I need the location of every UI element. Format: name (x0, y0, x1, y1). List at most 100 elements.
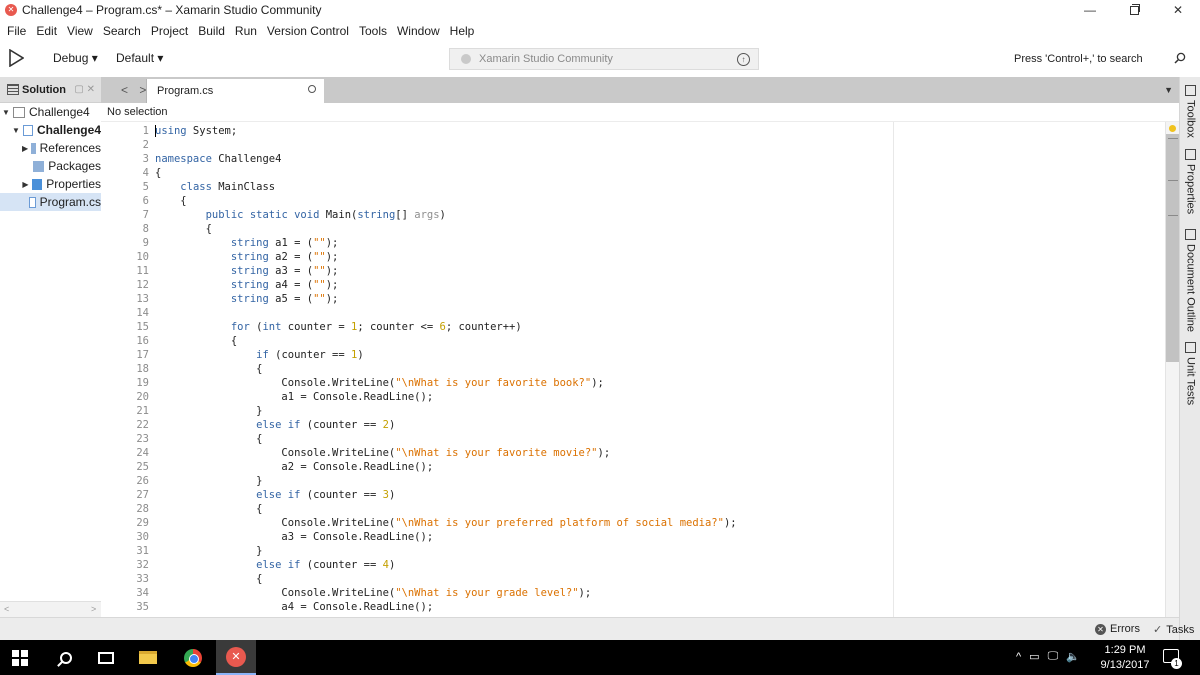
menu-item-run[interactable]: Run (230, 24, 262, 38)
tree-item-label: Packages (48, 159, 101, 173)
tab-program-cs[interactable]: Program.cs (146, 79, 324, 103)
show-hidden-icons-icon[interactable]: ^ (1016, 651, 1021, 663)
dock-unit-tests[interactable]: Unit Tests (1180, 342, 1200, 405)
scroll-left-icon[interactable]: < (4, 604, 9, 614)
path-bar[interactable]: No selection (101, 103, 1179, 122)
global-search-input[interactable]: Press 'Control+,' to search (1014, 53, 1143, 65)
code-line[interactable]: 20 a1 = Console.ReadLine(); (101, 390, 1101, 404)
code-line[interactable]: 1 using System; (101, 124, 1101, 138)
path-selection[interactable]: No selection (107, 106, 168, 118)
expanded-arrow-icon[interactable]: ▼ (2, 108, 10, 117)
start-button[interactable] (0, 640, 40, 675)
target-dropdown[interactable]: Default ▾ (116, 51, 163, 65)
code-line[interactable]: 21 } (101, 404, 1101, 418)
code-line[interactable]: 9 string a1 = (""); (101, 236, 1101, 250)
code-line[interactable]: 15 for (int counter = 1; counter <= 6; c… (101, 320, 1101, 334)
code-editor[interactable]: 1 using System; 2 3 namespace Challenge4 4{5 … (101, 122, 1165, 617)
clock[interactable]: 1:29 PM 9/13/2017 (1098, 643, 1152, 673)
tree-item-program-cs[interactable]: Program.cs (0, 193, 101, 211)
menu-item-search[interactable]: Search (98, 24, 146, 38)
tree-item-properties[interactable]: ▶ Properties (0, 175, 101, 193)
code-line[interactable]: 11 string a3 = (""); (101, 264, 1101, 278)
code-line[interactable]: 14 (101, 306, 1101, 320)
navigate-back-icon[interactable]: < (121, 83, 128, 97)
code-line[interactable]: 29 Console.WriteLine("\nWhat is your pre… (101, 516, 1101, 530)
search-icon[interactable] (1174, 52, 1186, 64)
editor-vertical-scrollbar[interactable] (1165, 122, 1179, 617)
dock-properties[interactable]: Properties (1180, 149, 1200, 214)
code-line[interactable]: 16 { (101, 334, 1101, 348)
expanded-arrow-icon[interactable]: ▼ (12, 126, 20, 135)
pad-window-controls[interactable]: ▢ ✕ (74, 84, 95, 95)
code-line[interactable]: 13 string a5 = (""); (101, 292, 1101, 306)
tree-item-references[interactable]: ▶ References (0, 139, 101, 157)
menu-item-edit[interactable]: Edit (31, 24, 62, 38)
menu-item-project[interactable]: Project (146, 24, 193, 38)
code-line[interactable]: 7 public static void Main(string[] args) (101, 208, 1101, 222)
scroll-right-icon[interactable]: > (91, 604, 96, 614)
dock-document-outline[interactable]: Document Outline (1180, 229, 1200, 332)
code-line[interactable]: 35 a4 = Console.ReadLine(); (101, 600, 1101, 614)
tree-item-challenge4[interactable]: ▼ Challenge4 (0, 103, 101, 121)
upload-arrow-icon[interactable]: ↑ (737, 53, 750, 66)
chrome-button[interactable] (173, 640, 213, 675)
menu-item-version-control[interactable]: Version Control (262, 24, 354, 38)
dock-label: Properties (1184, 164, 1197, 215)
menu-item-window[interactable]: Window (392, 24, 445, 38)
code-line[interactable]: 12 string a4 = (""); (101, 278, 1101, 292)
volume-icon[interactable]: 🔈 (1066, 650, 1080, 663)
code-line[interactable]: 30 a3 = Console.ReadLine(); (101, 530, 1101, 544)
menu-item-view[interactable]: View (62, 24, 98, 38)
file-explorer-button[interactable] (128, 640, 168, 675)
code-line[interactable]: 22 else if (counter == 2) (101, 418, 1101, 432)
minimize-button[interactable]: — (1068, 0, 1112, 20)
tab-close-icon[interactable] (308, 85, 316, 93)
code-line[interactable]: 10 string a2 = (""); (101, 250, 1101, 264)
code-line[interactable]: 23 { (101, 432, 1101, 446)
code-line[interactable]: 18 { (101, 362, 1101, 376)
xamarin-taskbar-button[interactable]: ✕ (216, 640, 256, 675)
solution-pad-title: Solution (22, 83, 66, 96)
menu-item-file[interactable]: File (2, 24, 31, 38)
configuration-dropdown[interactable]: Debug ▾ (53, 51, 98, 65)
code-line[interactable]: 5 class MainClass (101, 180, 1101, 194)
dock-toolbox[interactable]: Toolbox (1180, 85, 1200, 138)
code-line[interactable]: 26 } (101, 474, 1101, 488)
code-line[interactable]: 2 (101, 138, 1101, 152)
menu-item-build[interactable]: Build (193, 24, 230, 38)
scrollbar-thumb[interactable] (1166, 134, 1179, 362)
code-line[interactable]: 27 else if (counter == 3) (101, 488, 1101, 502)
taskbar-search-button[interactable] (46, 640, 86, 675)
restore-button[interactable] (1112, 0, 1156, 20)
code-line[interactable]: 28 { (101, 502, 1101, 516)
code-line[interactable]: 25 a2 = Console.ReadLine(); (101, 460, 1101, 474)
task-view-button[interactable] (86, 640, 126, 675)
line-number: 13 (136, 293, 149, 305)
csharp-file-icon (28, 196, 36, 208)
run-play-icon[interactable] (8, 49, 24, 67)
collapsed-arrow-icon[interactable]: ▶ (22, 144, 28, 153)
code-line[interactable]: 34 Console.WriteLine("\nWhat is your gra… (101, 586, 1101, 600)
menu-item-tools[interactable]: Tools (354, 24, 392, 38)
close-button[interactable]: ✕ (1156, 0, 1200, 20)
code-line[interactable]: 6 { (101, 194, 1101, 208)
solution-horizontal-scrollbar[interactable]: < > (0, 601, 101, 617)
tab-list-dropdown-icon[interactable]: ▼ (1164, 85, 1173, 95)
code-line[interactable]: 19 Console.WriteLine("\nWhat is your fav… (101, 376, 1101, 390)
tree-item-packages[interactable]: Packages (0, 157, 101, 175)
battery-icon[interactable]: ▭ (1029, 650, 1039, 663)
code-line[interactable]: 3 namespace Challenge4 (101, 152, 1101, 166)
code-line[interactable]: 8 { (101, 222, 1101, 236)
code-line[interactable]: 32 else if (counter == 4) (101, 558, 1101, 572)
code-line[interactable]: 17 if (counter == 1) (101, 348, 1101, 362)
code-line[interactable]: 33 { (101, 572, 1101, 586)
errors-pad-button[interactable]: ✕ Errors (1095, 623, 1140, 635)
tasks-pad-button[interactable]: ✓ Tasks (1153, 623, 1194, 637)
network-icon[interactable]: 🖵 (1048, 650, 1059, 663)
menu-item-help[interactable]: Help (445, 24, 480, 38)
code-line[interactable]: 31 } (101, 544, 1101, 558)
collapsed-arrow-icon[interactable]: ▶ (22, 180, 29, 189)
code-line[interactable]: 4{ (101, 166, 1101, 180)
code-line[interactable]: 24 Console.WriteLine("\nWhat is your fav… (101, 446, 1101, 460)
tree-item-challenge4[interactable]: ▼ Challenge4 (0, 121, 101, 139)
